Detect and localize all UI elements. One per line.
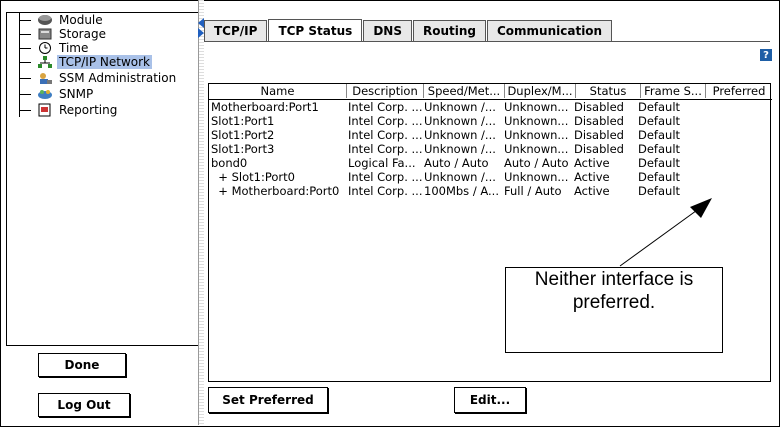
- callout-arrow: [619, 198, 712, 267]
